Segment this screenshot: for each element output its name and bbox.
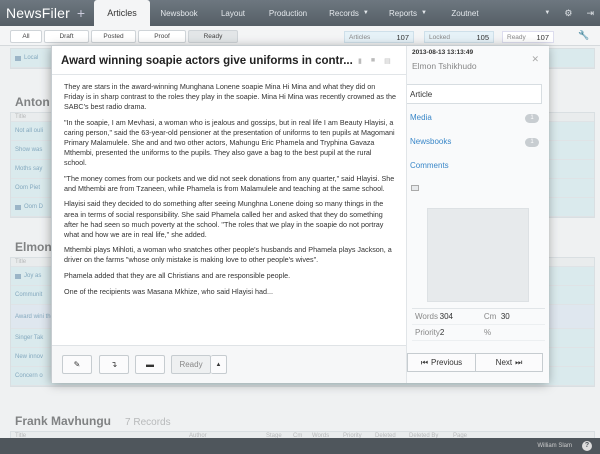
stat-locked-value: 105 <box>476 32 489 42</box>
newsbooks-count-badge: 1 <box>525 138 539 147</box>
paragraph: "In the soapie, I am Mevhasi, a woman wh… <box>64 117 395 168</box>
article-title: Award winning soapie actors give uniform… <box>61 55 353 67</box>
next-label: Next <box>495 358 513 367</box>
filter-proof-button[interactable]: Proof <box>138 30 186 43</box>
paragraph: "The money comes from our pockets and we… <box>64 173 395 193</box>
edit-icon: ✎ <box>73 360 81 369</box>
chevron-down-icon: ▼ <box>421 10 427 16</box>
modal-footer: ✎ ↴ ▬ Ready ▲ <box>52 345 406 383</box>
close-icon[interactable]: ✕ <box>531 54 539 65</box>
filter-draft-button[interactable]: Draft <box>44 30 89 43</box>
wrench-icon[interactable]: 🔧 <box>578 30 589 41</box>
previous-label: Previous <box>431 358 463 367</box>
article-body[interactable]: They are stars in the award-winning Mung… <box>64 82 396 344</box>
stat-ready-label: Ready <box>507 33 526 41</box>
image-icon <box>411 185 419 191</box>
filter-posted-button[interactable]: Posted <box>91 30 136 43</box>
priority-value: 2 <box>439 328 445 337</box>
stat-row: Words 304 Cm 30 <box>412 309 545 325</box>
article-modal: Award winning soapie actors give uniform… <box>51 45 549 383</box>
move-button[interactable]: ↴ <box>99 355 129 374</box>
image-thumbnail[interactable] <box>427 208 529 302</box>
stat-ready-value: 107 <box>536 32 549 42</box>
tab-articles[interactable]: Articles <box>94 0 150 26</box>
edit-button[interactable]: ✎ <box>62 355 92 374</box>
settings-icon[interactable]: ⚙ <box>564 8 572 19</box>
cm-label: Cm <box>483 312 497 321</box>
add-icon[interactable]: + <box>68 5 94 21</box>
tab-layout[interactable]: Layout <box>208 0 258 26</box>
paragraph: One of the recipients was Masana Mkhize,… <box>64 286 273 296</box>
arrow-down-icon: ↴ <box>110 360 118 369</box>
top-navbar: NewsFiler + Articles Newsbook Layout Pro… <box>0 0 600 26</box>
next-icon: ⏭ <box>515 357 523 367</box>
media-count-badge: 1 <box>525 114 539 123</box>
article-navigation: ⏮ Previous Next ⏭ <box>407 351 550 372</box>
tab-records[interactable]: Records ▼ <box>318 0 380 26</box>
status-bar: William Slam ? <box>0 438 600 454</box>
media-link[interactable]: Media <box>410 113 432 122</box>
caret-up-icon: ▲ <box>215 361 222 368</box>
tab-production[interactable]: Production <box>258 0 318 26</box>
stat-articles-value: 107 <box>396 32 409 42</box>
filter-ready-button[interactable]: Ready <box>188 30 238 43</box>
tab-article[interactable]: Article <box>407 84 542 104</box>
paragraph: Hlayisi said they decided to do somethin… <box>64 199 384 239</box>
tab-zoutnet[interactable]: Zoutnet <box>436 0 494 26</box>
paragraph: They are stars in the award-winning Mung… <box>64 82 396 112</box>
next-button[interactable]: Next ⏭ <box>476 353 543 372</box>
tab-reports-label: Reports <box>389 8 418 18</box>
article-sidebar: 2013-08-13 13:13:49 Elmon Tshikhudo ✕ Ar… <box>406 46 549 383</box>
stat-row: Priority 2 % <box>412 325 545 341</box>
words-value: 304 <box>439 312 453 321</box>
logout-icon[interactable]: ⇥ <box>586 8 594 19</box>
bookmark-icon[interactable]: ▮ <box>358 57 362 65</box>
article-stats: Words 304 Cm 30 Priority 2 % <box>412 308 545 341</box>
article-date: 2013-08-13 13:13:49 <box>412 49 474 56</box>
paragraph: Phamela added that they are all Christia… <box>64 271 291 280</box>
top-icons: ▼ ⚙ ⇥ <box>544 0 594 26</box>
stat-articles: Articles 107 <box>344 31 414 43</box>
previous-button[interactable]: ⏮ Previous <box>407 353 476 372</box>
previous-icon: ⏮ <box>420 357 429 367</box>
archive-button[interactable]: ▬ <box>135 355 165 374</box>
chevron-down-icon: ▼ <box>362 10 369 16</box>
filter-bar: All Draft Posted Proof Ready Articles 107… <box>0 26 600 46</box>
print-icon[interactable]: ▤ <box>384 57 391 65</box>
help-icon[interactable]: ? <box>582 441 592 451</box>
chevron-down-icon[interactable]: ▼ <box>544 10 550 16</box>
tab-reports[interactable]: Reports ▼ <box>380 0 436 26</box>
newsbooks-link[interactable]: Newsbooks <box>410 137 451 146</box>
filter-all-button[interactable]: All <box>10 30 42 43</box>
stat-ready: Ready 107 <box>502 31 554 43</box>
divider <box>52 74 406 75</box>
tab-newsbook[interactable]: Newsbook <box>150 0 208 26</box>
article-author: Elmon Tshikhudo <box>412 61 477 71</box>
status-dropdown-button[interactable]: ▲ <box>211 355 227 374</box>
paragraph: Mthembi plays Mihloti, a woman who snatc… <box>64 245 392 265</box>
words-label: Words <box>415 312 438 321</box>
percent-label: % <box>483 328 492 337</box>
status-user: William Slam <box>537 443 572 449</box>
stat-articles-label: Articles <box>349 33 371 41</box>
comments-link[interactable]: Comments <box>410 161 449 170</box>
stat-locked: Locked 105 <box>424 31 494 43</box>
priority-label: Priority <box>415 328 440 337</box>
tab-records-label: Records <box>329 8 359 18</box>
stat-locked-label: Locked <box>429 33 450 41</box>
archive-icon: ▬ <box>146 360 154 369</box>
app-brand: NewsFiler <box>6 5 71 21</box>
title-icons: ▮ ■ ▤ <box>358 57 391 65</box>
lock-icon[interactable]: ■ <box>371 57 375 65</box>
cm-value: 30 <box>500 312 510 321</box>
status-select[interactable]: Ready <box>171 355 211 374</box>
